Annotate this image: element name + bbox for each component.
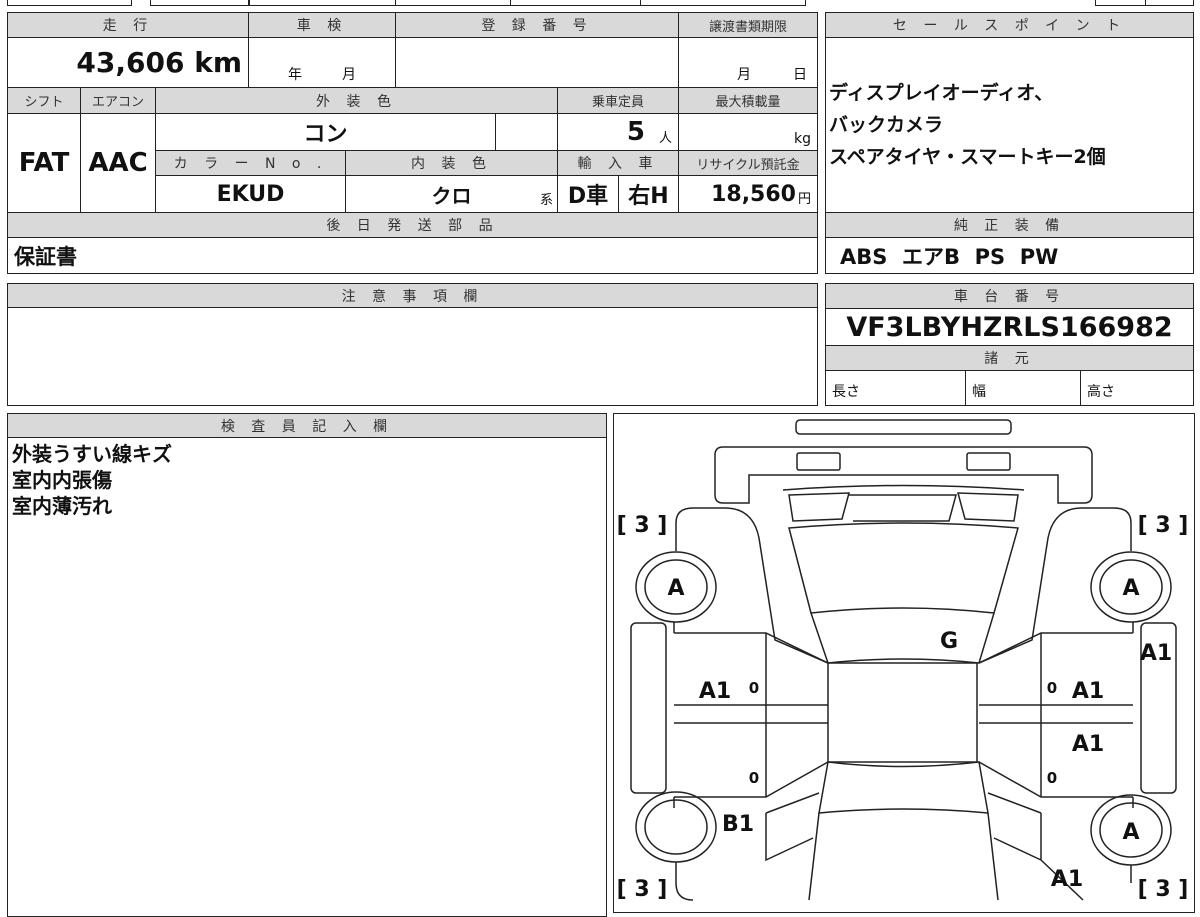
- capacity-value: 5人: [557, 113, 679, 151]
- chassis-no-value: VF3LBYHZRLS166982: [825, 308, 1194, 346]
- color-no-header: カ ラ ー N o .: [155, 150, 346, 176]
- recycle-amount: 18,560: [711, 182, 796, 207]
- day-label: 日: [793, 64, 807, 84]
- damage-diagram: [ 3 ] [ 3 ] [ 3 ] [ 3 ] A A A G A1 A1 A1…: [613, 413, 1195, 913]
- later-parts-header: 後 日 発 送 部 品: [7, 212, 818, 238]
- inspection-header: 車 検: [248, 12, 396, 38]
- aircon-header: エアコン: [80, 87, 156, 114]
- sales-point: ディスプレイオーディオ、: [829, 77, 1053, 109]
- sales-point: バックカメラ: [829, 109, 943, 141]
- month-label: 月: [342, 64, 356, 84]
- length-cell: 長さ: [825, 370, 966, 406]
- specs-header: 諸 元: [825, 345, 1194, 371]
- tread-depth-label: [ 3 ]: [617, 513, 668, 538]
- inspector-note: 室内薄汚れ: [12, 493, 172, 519]
- chassis-no-header: 車 台 番 号: [825, 283, 1194, 309]
- series-label: 系: [540, 189, 553, 208]
- top-strip-cell: [1145, 0, 1194, 6]
- interior-color-text: クロ: [432, 180, 472, 209]
- later-parts-value: 保証書: [7, 237, 818, 274]
- door-mark: 0: [1047, 769, 1057, 787]
- tread-depth-label: [ 3 ]: [1138, 513, 1189, 538]
- top-strip-cell: [640, 0, 806, 6]
- damage-code: A1: [1140, 641, 1172, 666]
- tread-depth-label: [ 3 ]: [617, 877, 668, 902]
- transfer-deadline-value: 月日: [678, 37, 818, 88]
- sales-points-header: セ ー ル ス ポ イ ン ト: [825, 12, 1194, 38]
- capacity-number: 5: [627, 117, 645, 147]
- wheel-grade: A: [1122, 820, 1139, 845]
- notes-header: 注 意 事 項 欄: [7, 283, 818, 308]
- damage-code: A1: [1051, 867, 1083, 892]
- interior-color-value: クロ 系: [345, 175, 558, 213]
- top-strip-cell: [7, 0, 132, 6]
- door-mark: 0: [1047, 679, 1057, 697]
- yen-unit: 円: [798, 188, 811, 212]
- top-strip-cell: [1095, 0, 1146, 6]
- tread-depth-label: [ 3 ]: [1138, 877, 1189, 902]
- exterior-color-header: 外 装 色: [155, 87, 558, 114]
- shift-header: シフト: [7, 87, 81, 114]
- mileage-value: 43,606 km: [7, 37, 249, 88]
- wheel-grade: A: [1122, 576, 1139, 601]
- door-mark: 0: [749, 679, 759, 697]
- car-outline-icon: [631, 420, 1176, 900]
- handle-value: 右H: [618, 175, 679, 213]
- month-label: 月: [737, 64, 751, 84]
- sales-points-body: ディスプレイオーディオ、 バックカメラ スペアタイヤ・スマートキー2個: [825, 37, 1194, 213]
- shift-value: FAT: [7, 113, 81, 213]
- capacity-header: 乗車定員: [557, 87, 679, 114]
- kg-unit: kg: [794, 131, 811, 147]
- registration-value: [395, 37, 679, 88]
- height-cell: 高さ: [1080, 370, 1194, 406]
- year-label: 年: [288, 64, 302, 84]
- color-no-value: EKUD: [155, 175, 346, 213]
- damage-code: B1: [722, 812, 754, 837]
- top-strip-cell: [395, 0, 511, 6]
- recycle-value: 18,560円: [678, 175, 818, 213]
- wheel-grade: A: [667, 576, 684, 601]
- inspector-note: 外装うすい線キズ: [12, 441, 172, 467]
- damage-code: G: [940, 629, 958, 654]
- damage-code: A1: [1072, 732, 1104, 757]
- aircon-value: AAC: [80, 113, 156, 213]
- exterior-color-value: コン: [155, 113, 496, 151]
- recycle-header: リサイクル預託金: [678, 150, 818, 176]
- import-header: 輸 入 車: [557, 150, 679, 176]
- door-mark: 0: [749, 769, 759, 787]
- persons-unit: 人: [659, 127, 672, 150]
- import-type-value: D車: [557, 175, 619, 213]
- damage-code: A1: [699, 679, 731, 704]
- width-cell: 幅: [965, 370, 1081, 406]
- notes-body: [7, 307, 818, 406]
- inspector-note: 室内内張傷: [12, 467, 172, 493]
- top-strip-cell: [510, 0, 641, 6]
- transfer-deadline-header: 譲渡書類期限: [678, 12, 818, 38]
- equipment-value: ABS エアB PS PW: [825, 237, 1194, 274]
- exterior-color-extra: [495, 113, 558, 151]
- top-strip-cell: [150, 0, 250, 6]
- interior-color-header: 内 装 色: [345, 150, 558, 176]
- max-load-header: 最大積載量: [678, 87, 818, 114]
- equipment-header: 純 正 装 備: [825, 212, 1194, 238]
- max-load-value: kg: [678, 113, 818, 151]
- mileage-header: 走 行: [7, 12, 249, 38]
- sales-point: スペアタイヤ・スマートキー2個: [829, 141, 1106, 173]
- inspector-notes: 外装うすい線キズ 室内内張傷 室内薄汚れ: [12, 441, 172, 519]
- inspector-header: 検 査 員 記 入 欄: [7, 413, 607, 438]
- top-strip-cell: [248, 0, 396, 6]
- inspection-value: 年月: [248, 37, 396, 88]
- damage-code: A1: [1072, 679, 1104, 704]
- registration-header: 登 録 番 号: [395, 12, 679, 38]
